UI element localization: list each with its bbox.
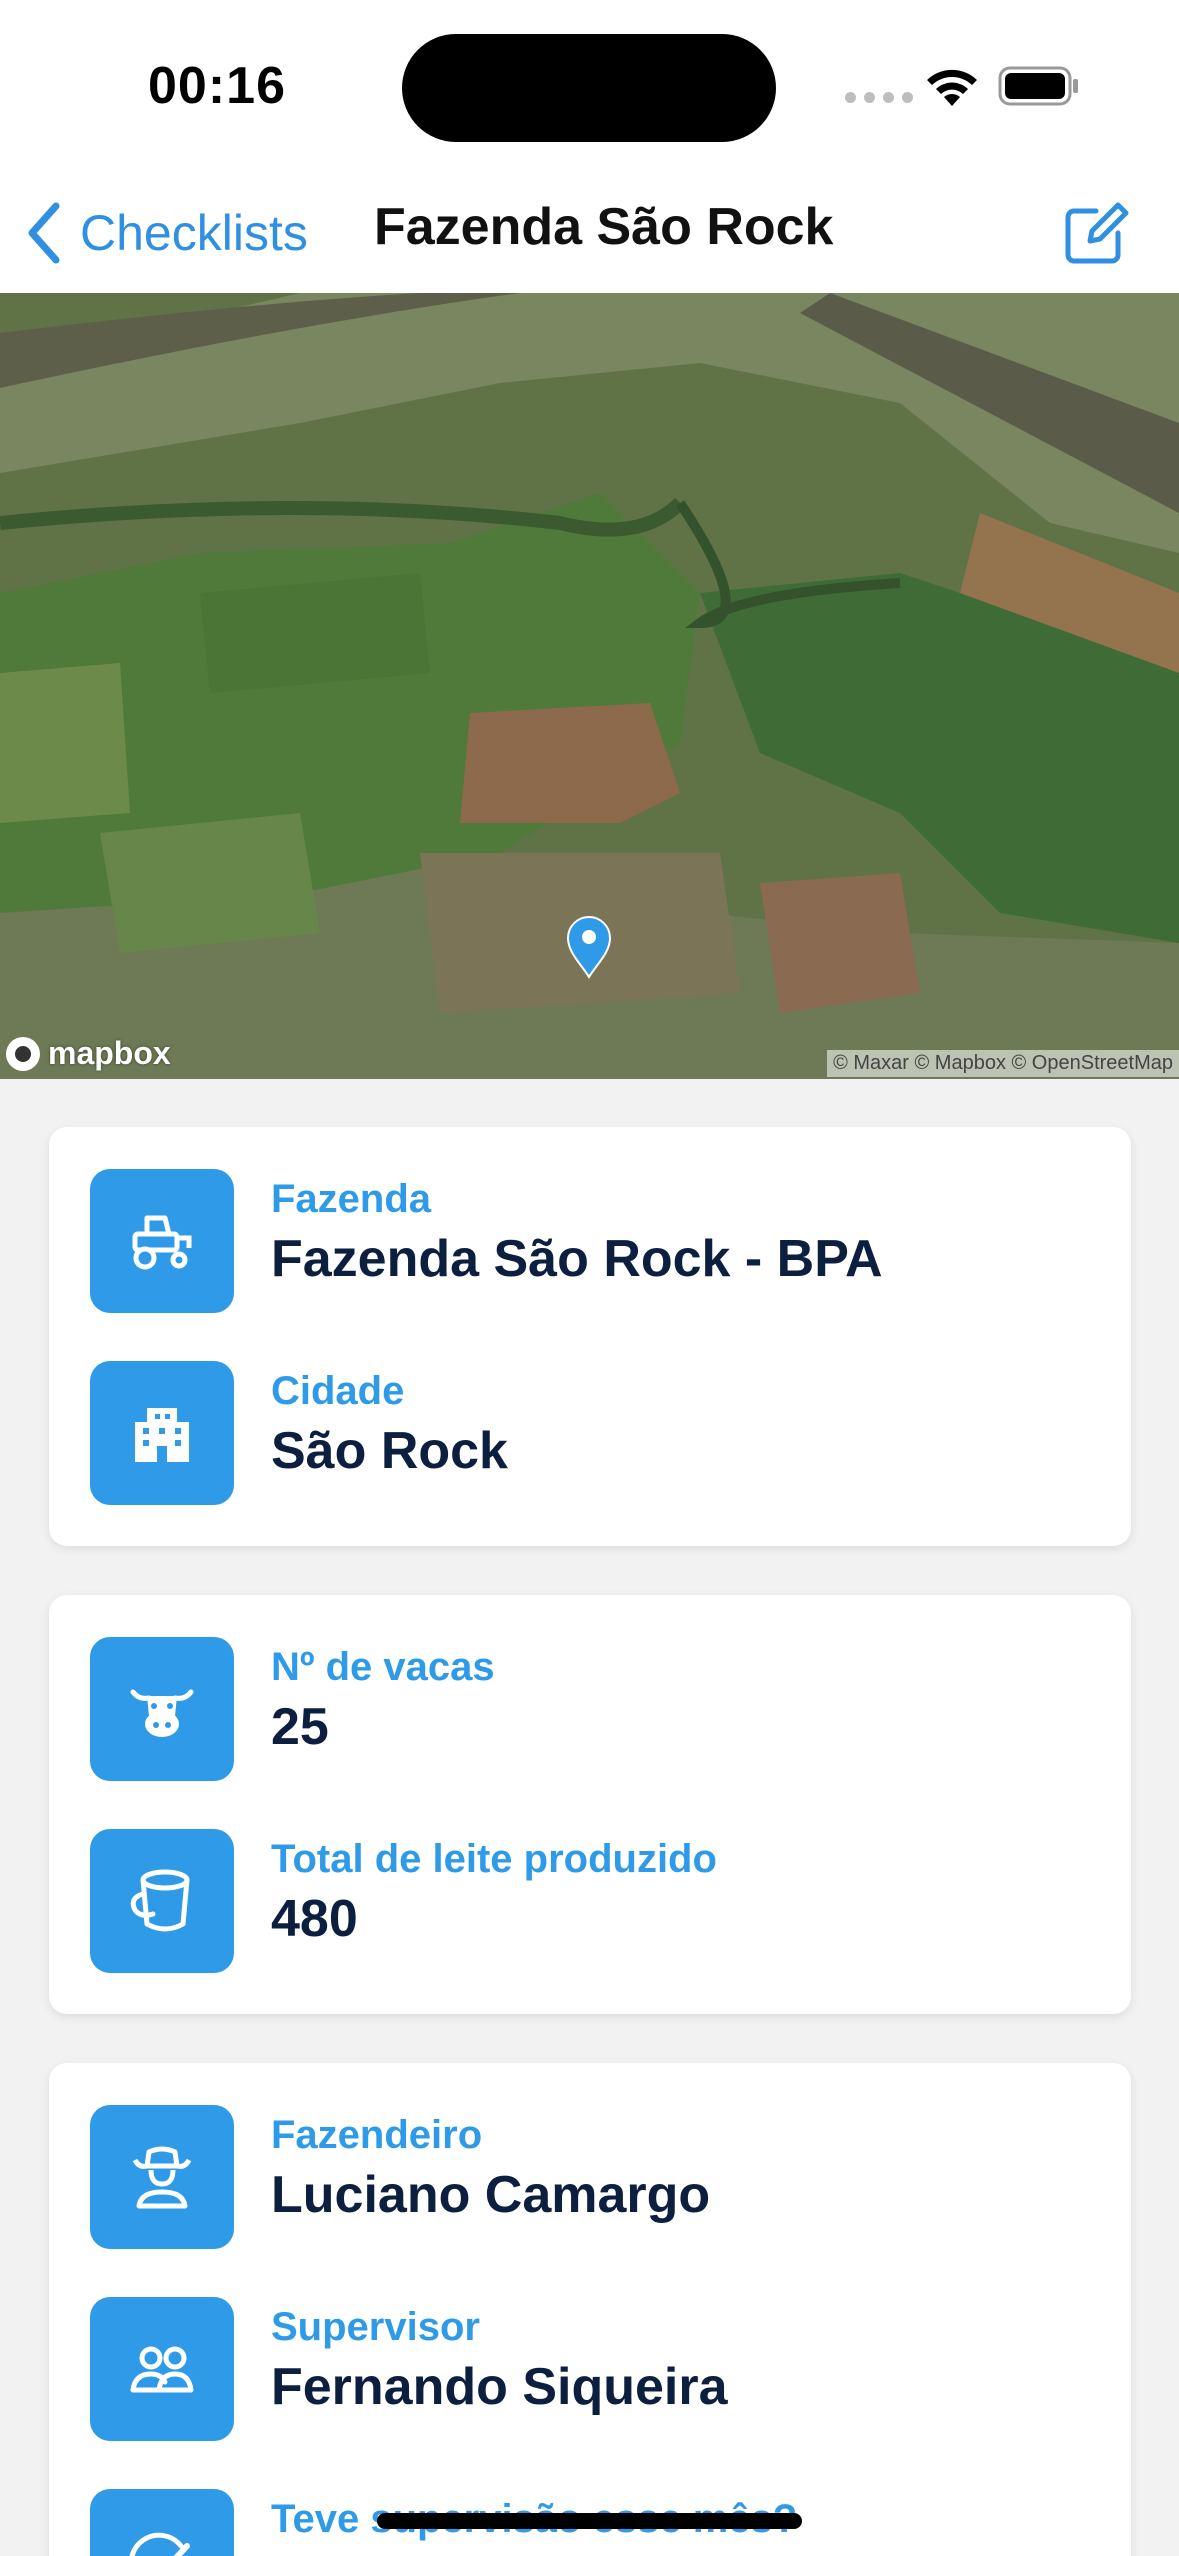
map-attribution[interactable]: © Maxar © Mapbox © OpenStreetMap bbox=[827, 1050, 1179, 1077]
farmer-label: Fazendeiro bbox=[271, 2113, 483, 2157]
farmer-value: Luciano Camargo bbox=[271, 2166, 711, 2224]
people-icon bbox=[90, 2297, 234, 2441]
supervisor-row: Supervisor Fernando Siqueira bbox=[90, 2297, 1090, 2441]
farm-row: Fazenda Fazenda São Rock - BPA bbox=[90, 1169, 1090, 1313]
city-label: Cidade bbox=[271, 1369, 405, 1413]
milk-row: Total de leite produzido 480 bbox=[90, 1829, 1090, 1973]
battery-icon bbox=[998, 66, 1078, 106]
status-bar: 00:16 bbox=[0, 0, 1179, 175]
mapbox-logo-icon bbox=[6, 1036, 40, 1071]
cows-row: Nº de vacas 25 bbox=[90, 1637, 1090, 1781]
farm-location-card: Fazenda Fazenda São Rock - BPA Cidade Sã… bbox=[49, 1127, 1131, 1546]
chevron-left-icon bbox=[28, 202, 60, 264]
map-view[interactable]: mapbox © Maxar © Mapbox © OpenStreetMap bbox=[0, 293, 1179, 1079]
bucket-icon bbox=[90, 1829, 234, 1973]
cows-value: 25 bbox=[271, 1698, 329, 1756]
city-value: São Rock bbox=[271, 1422, 508, 1480]
cow-icon bbox=[90, 1637, 234, 1781]
supervisor-label: Supervisor bbox=[271, 2305, 480, 2349]
supervisor-value: Fernando Siqueira bbox=[271, 2358, 728, 2416]
back-button[interactable]: Checklists bbox=[22, 193, 308, 273]
production-card: Nº de vacas 25 Total de leite produzido … bbox=[49, 1595, 1131, 2014]
mapbox-logo[interactable]: mapbox bbox=[6, 1035, 171, 1072]
page-title: Fazenda São Rock bbox=[374, 198, 834, 256]
back-label: Checklists bbox=[80, 205, 308, 261]
farm-value: Fazenda São Rock - BPA bbox=[271, 1230, 883, 1288]
city-row: Cidade São Rock bbox=[90, 1361, 1090, 1505]
mapbox-logo-label: mapbox bbox=[48, 1035, 171, 1071]
building-icon bbox=[90, 1361, 234, 1505]
wifi-icon bbox=[927, 69, 977, 106]
cellular-signal-icon bbox=[845, 92, 913, 103]
people-card: Fazendeiro Luciano Camargo Supervisor Fe… bbox=[49, 2063, 1131, 2556]
home-indicator[interactable] bbox=[377, 2513, 802, 2529]
square-pencil-icon[interactable] bbox=[1060, 197, 1132, 269]
farm-label: Fazenda bbox=[271, 1177, 432, 1221]
check-gauge-icon bbox=[90, 2489, 234, 2556]
status-time: 00:16 bbox=[148, 57, 286, 115]
navigation-bar: Checklists Fazenda São Rock bbox=[0, 175, 1179, 293]
milk-label: Total de leite produzido bbox=[271, 1837, 717, 1881]
milk-value: 480 bbox=[271, 1890, 358, 1948]
farmer-row: Fazendeiro Luciano Camargo bbox=[90, 2105, 1090, 2249]
farmer-icon bbox=[90, 2105, 234, 2249]
cows-label: Nº de vacas bbox=[271, 1645, 495, 1689]
tractor-icon bbox=[90, 1169, 234, 1313]
dynamic-island bbox=[402, 34, 776, 142]
location-pin-icon[interactable] bbox=[564, 913, 614, 979]
